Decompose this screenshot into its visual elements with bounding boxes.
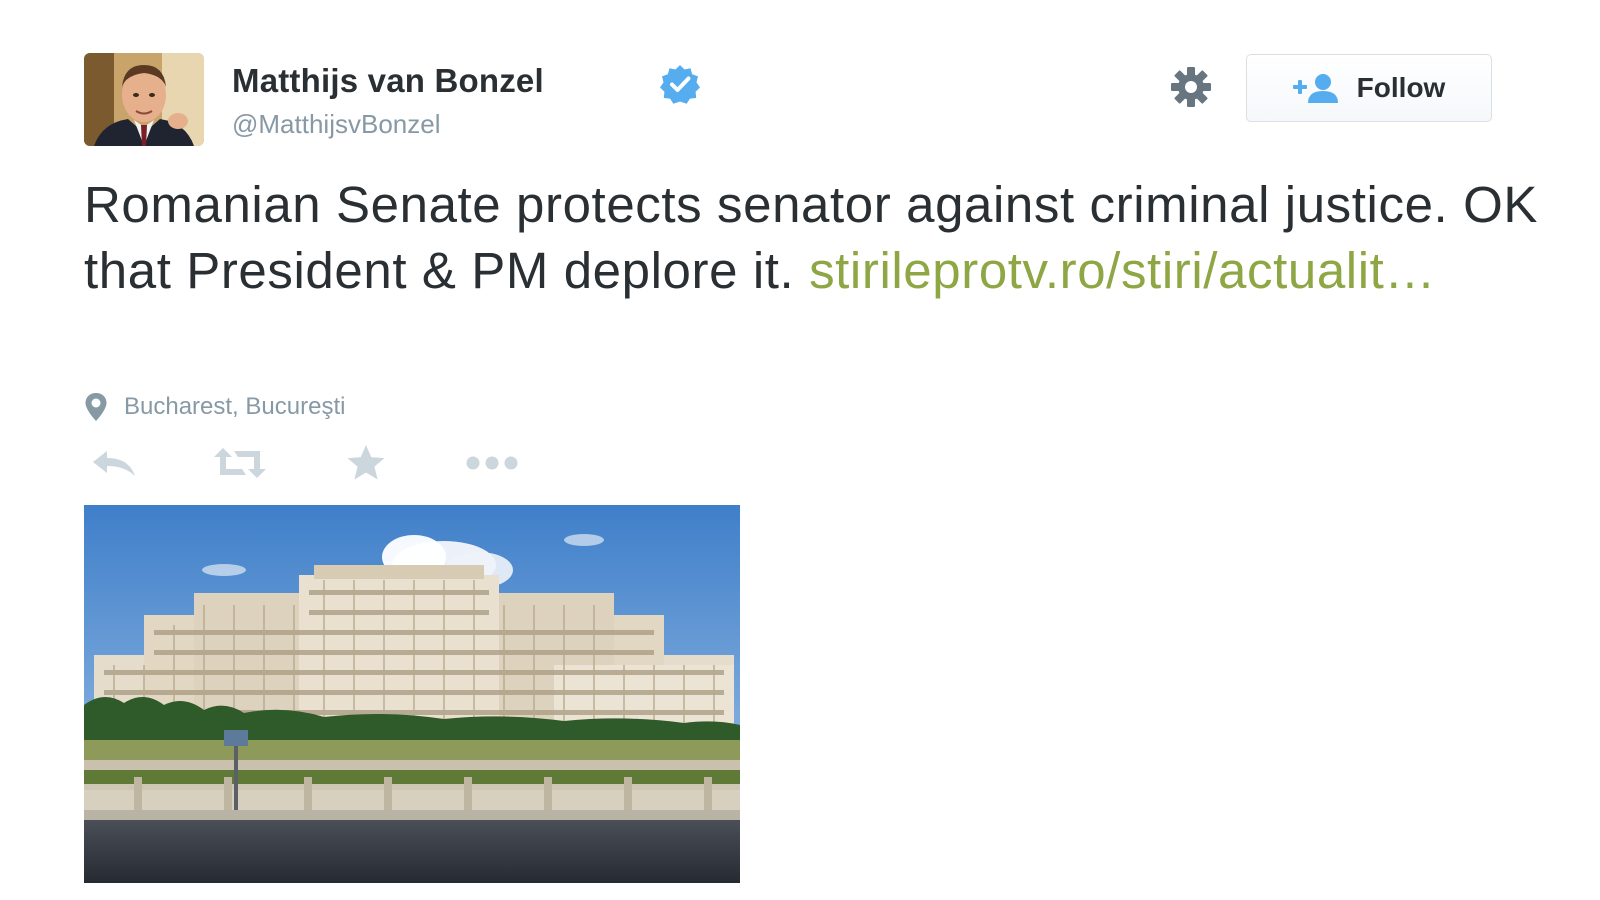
retweet-icon: [214, 448, 266, 478]
location-pin-icon: [85, 393, 107, 421]
follow-button[interactable]: Follow: [1246, 54, 1492, 122]
tweet-card: Matthijs van Bonzel @MatthijsvBonzel Fol…: [0, 0, 1600, 900]
retweet-button[interactable]: [210, 440, 270, 486]
tweet-location[interactable]: Bucharest, Bucureşti: [84, 390, 345, 424]
star-icon: [347, 445, 385, 480]
display-name[interactable]: Matthijs van Bonzel: [232, 62, 544, 100]
verified-badge-icon: [659, 63, 701, 105]
palace-of-parliament-photo: [84, 505, 740, 883]
reply-icon: [93, 451, 135, 476]
tweet-link[interactable]: stirileprotv.ro/stiri/actualit…: [809, 242, 1436, 299]
screen-name[interactable]: @MatthijsvBonzel: [232, 109, 440, 140]
more-icon: [466, 456, 518, 470]
gear-icon: [1171, 67, 1211, 107]
favorite-button[interactable]: [336, 440, 396, 486]
settings-button[interactable]: [1166, 64, 1216, 110]
add-person-icon: [1292, 74, 1338, 103]
reply-button[interactable]: [84, 440, 144, 486]
follow-label: Follow: [1356, 72, 1446, 103]
tweet-media-photo[interactable]: [84, 505, 740, 883]
profile-photo: [84, 53, 204, 146]
avatar[interactable]: [84, 53, 204, 146]
more-button[interactable]: [462, 440, 522, 486]
tweet-text: Romanian Senate protects senator against…: [84, 172, 1544, 304]
location-label: Bucharest, Bucureşti: [124, 393, 346, 420]
